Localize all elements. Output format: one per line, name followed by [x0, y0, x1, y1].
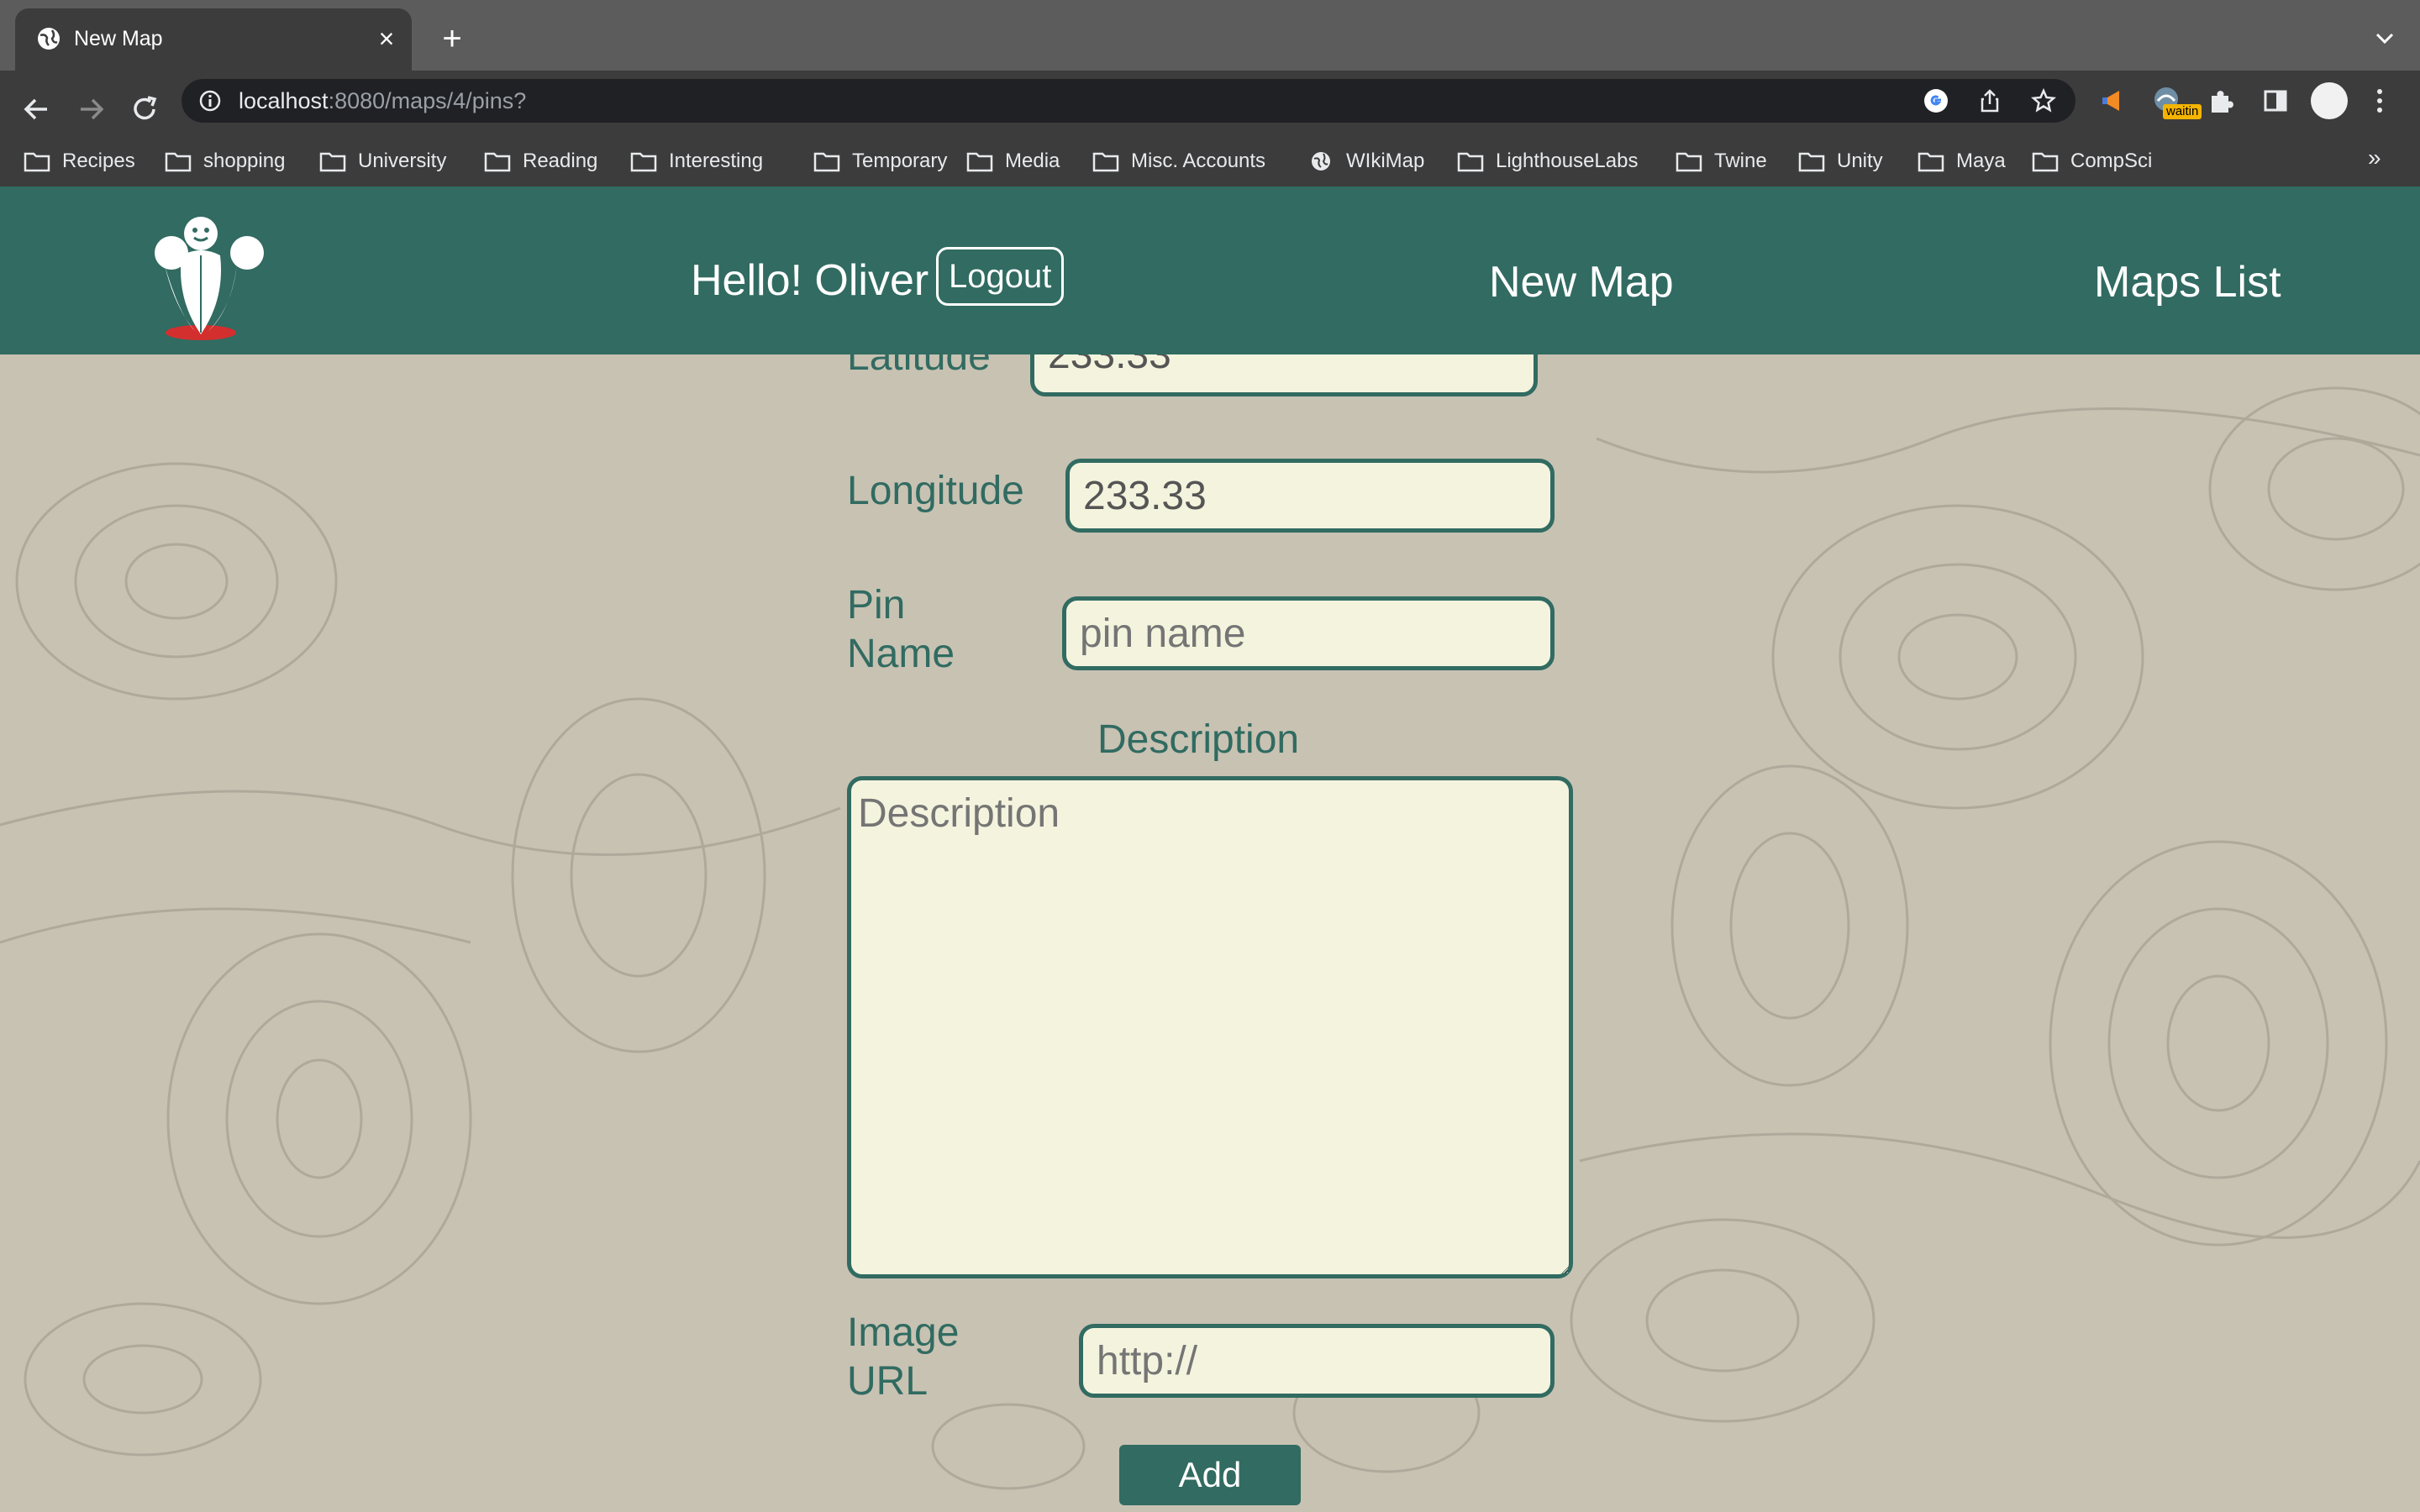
globe-icon: [38, 28, 60, 50]
bookmark-label: CompSci: [2070, 150, 2153, 172]
bookmark-label: WIkiMap: [1346, 150, 1425, 172]
bookmark-twine[interactable]: Twine: [1676, 144, 1767, 178]
bookmarks-overflow-icon[interactable]: »: [2368, 144, 2381, 171]
bookmark-media[interactable]: Media: [966, 144, 1060, 178]
site-header: Hello! Oliver Logout New Map Maps List: [0, 186, 2420, 354]
bookmark-misc-accounts[interactable]: Misc. Accounts: [1092, 144, 1265, 178]
bookmarks-bar: Recipes shopping University Reading Interest…: [0, 138, 2420, 186]
waitin-badge: waitin: [2163, 104, 2202, 119]
google-icon[interactable]: [1923, 87, 1949, 114]
greeting-text: Hello! Oliver: [691, 256, 929, 305]
share-icon[interactable]: [1976, 87, 2003, 114]
bookmark-label: Interesting: [669, 150, 764, 172]
profile-avatar[interactable]: [2311, 82, 2348, 119]
pin-name-input[interactable]: [1062, 596, 1555, 670]
bookmark-shopping[interactable]: shopping: [165, 144, 285, 178]
bookmark-label: Temporary: [852, 150, 948, 172]
bookmark-lighthouselabs[interactable]: LighthouseLabs: [1457, 144, 1638, 178]
folder-icon: [630, 150, 669, 173]
bookmark-label: shopping: [203, 150, 286, 172]
folder-icon: [966, 150, 1005, 173]
nav-maps-list[interactable]: Maps List: [2094, 257, 2281, 307]
bookmark-reading[interactable]: Reading: [484, 144, 597, 178]
bookmark-wikimap[interactable]: WIkiMap: [1307, 144, 1424, 178]
image-url-input[interactable]: [1079, 1324, 1555, 1398]
bookmark-interesting[interactable]: Interesting: [630, 144, 763, 178]
folder-icon: [319, 150, 358, 173]
bookmark-label: Maya: [1956, 150, 2006, 172]
bookmark-label: Unity: [1837, 150, 1883, 172]
forward-arrow-icon[interactable]: [71, 89, 111, 129]
longitude-label: Longitude: [847, 469, 1024, 513]
image-url-label: Image URL: [847, 1309, 959, 1406]
puzzle-icon[interactable]: [2205, 84, 2238, 118]
pin-name-label-line2: Name: [847, 632, 955, 676]
bookmark-maya[interactable]: Maya: [1918, 144, 2006, 178]
folder-icon: [484, 150, 523, 173]
tab-title: New Map: [74, 27, 163, 50]
megaphone-icon[interactable]: [2096, 84, 2129, 118]
bookmark-temporary[interactable]: Temporary: [813, 144, 947, 178]
folder-icon: [1092, 150, 1131, 173]
folder-icon: [2032, 150, 2070, 173]
globe-icon: [1307, 150, 1346, 173]
folder-icon: [165, 150, 203, 173]
bookmark-compsci[interactable]: CompSci: [2032, 144, 2152, 178]
folder-icon: [1918, 150, 1956, 173]
bookmark-unity[interactable]: Unity: [1798, 144, 1883, 178]
bookmark-recipes[interactable]: Recipes: [24, 144, 135, 178]
folder-icon: [813, 150, 852, 173]
image-url-label-line1: Image: [847, 1310, 960, 1355]
description-textarea[interactable]: [847, 776, 1573, 1278]
logout-button[interactable]: Logout: [936, 247, 1065, 306]
pin-name-label: Pin Name: [847, 581, 955, 679]
image-url-label-line2: URL: [847, 1359, 929, 1404]
wikimap-logo-icon[interactable]: [138, 215, 272, 341]
folder-icon: [1798, 150, 1837, 173]
url-host: localhost: [239, 88, 329, 113]
chevron-down-icon[interactable]: [2371, 25, 2398, 52]
new-tab-icon[interactable]: +: [435, 22, 469, 55]
bookmark-university[interactable]: University: [319, 144, 446, 178]
bookmark-label: Recipes: [62, 150, 135, 172]
bookmark-label: Twine: [1714, 150, 1767, 172]
browser-tab[interactable]: New Map ×: [15, 8, 412, 71]
longitude-input[interactable]: [1065, 459, 1555, 533]
back-arrow-icon[interactable]: [17, 89, 57, 129]
bookmark-label: LighthouseLabs: [1496, 150, 1639, 172]
bookmark-label: Media: [1005, 150, 1060, 172]
bookmark-label: Misc. Accounts: [1131, 150, 1266, 172]
bookmark-star-icon[interactable]: [2030, 87, 2057, 114]
add-button[interactable]: Add: [1119, 1445, 1301, 1505]
pin-name-label-line1: Pin: [847, 583, 906, 627]
bookmark-label: University: [358, 150, 447, 172]
bookmark-label: Reading: [523, 150, 598, 172]
url-path: :8080/maps/4/pins?: [328, 88, 527, 113]
folder-icon: [1457, 150, 1496, 173]
close-tab-icon[interactable]: ×: [370, 22, 403, 55]
folder-icon: [1676, 150, 1714, 173]
browser-tab-strip: New Map × +: [0, 0, 2420, 71]
address-bar[interactable]: localhost:8080/maps/4/pins?: [182, 79, 2075, 123]
side-panel-icon[interactable]: [2259, 84, 2292, 118]
info-icon[interactable]: [198, 89, 222, 113]
url-text[interactable]: localhost:8080/maps/4/pins?: [239, 88, 526, 114]
description-label: Description: [1097, 717, 1300, 762]
nav-new-map[interactable]: New Map: [1489, 257, 1674, 307]
more-options-icon[interactable]: [2370, 84, 2390, 118]
page-content: Hello! Oliver Logout New Map Maps List L…: [0, 186, 2420, 1512]
folder-icon: [24, 150, 62, 173]
reload-icon[interactable]: [124, 89, 165, 129]
